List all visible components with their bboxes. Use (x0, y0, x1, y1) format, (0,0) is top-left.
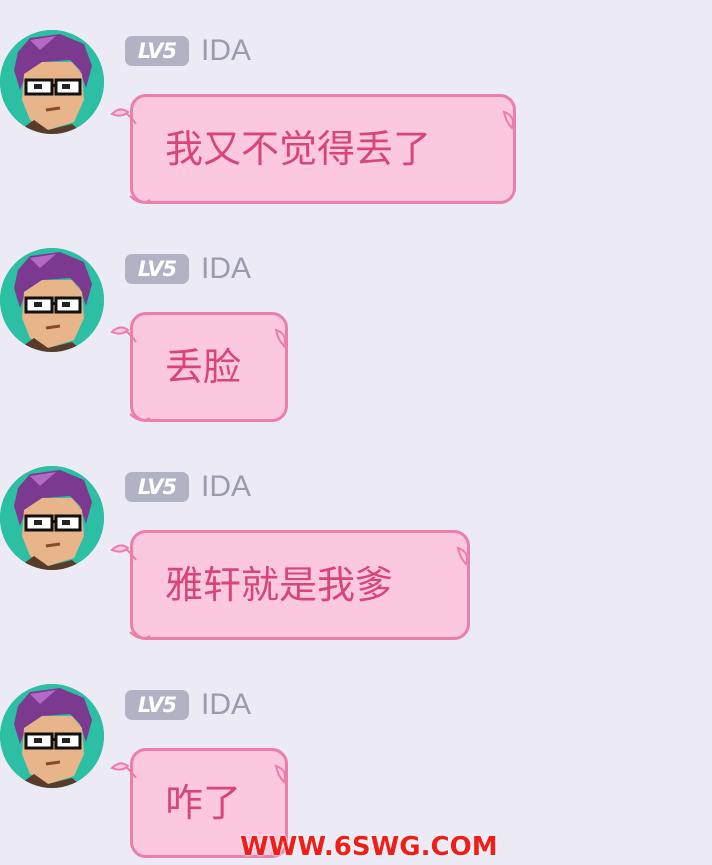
chat-message: LV5 IDA 我又不觉得丢了 (0, 30, 712, 210)
level-badge: LV5 (125, 690, 189, 720)
chat-message: LV5 IDA 丢脸 (0, 248, 712, 428)
message-text: 咋了 (165, 781, 242, 825)
avatar-icon (0, 466, 104, 570)
chat-window: LV5 IDA 我又不觉得丢了 LV5 IDA 丢脸 LV5 IDA 雅轩就是我… (0, 0, 712, 865)
level-badge: LV5 (125, 254, 189, 284)
watermark: WWW.6SWG.COM (240, 832, 498, 862)
message-text: 我又不觉得丢了 (165, 127, 432, 171)
message-text: 雅轩就是我爹 (165, 563, 394, 607)
level-badge: LV5 (125, 472, 189, 502)
message-bubble[interactable]: 雅轩就是我爹 (130, 530, 470, 640)
avatar-icon (0, 248, 104, 352)
user-avatar[interactable] (0, 248, 104, 352)
username[interactable]: IDA (201, 252, 251, 286)
avatar-icon (0, 684, 104, 788)
user-avatar[interactable] (0, 684, 104, 788)
username[interactable]: IDA (201, 688, 251, 722)
chat-message: LV5 IDA 雅轩就是我爹 (0, 466, 712, 646)
user-avatar[interactable] (0, 30, 104, 134)
username[interactable]: IDA (201, 470, 251, 504)
level-badge: LV5 (125, 36, 189, 66)
avatar-icon (0, 30, 104, 134)
message-text: 丢脸 (165, 345, 242, 389)
message-bubble[interactable]: 我又不觉得丢了 (130, 94, 516, 204)
user-avatar[interactable] (0, 466, 104, 570)
message-bubble[interactable]: 丢脸 (130, 312, 288, 422)
username[interactable]: IDA (201, 34, 251, 68)
